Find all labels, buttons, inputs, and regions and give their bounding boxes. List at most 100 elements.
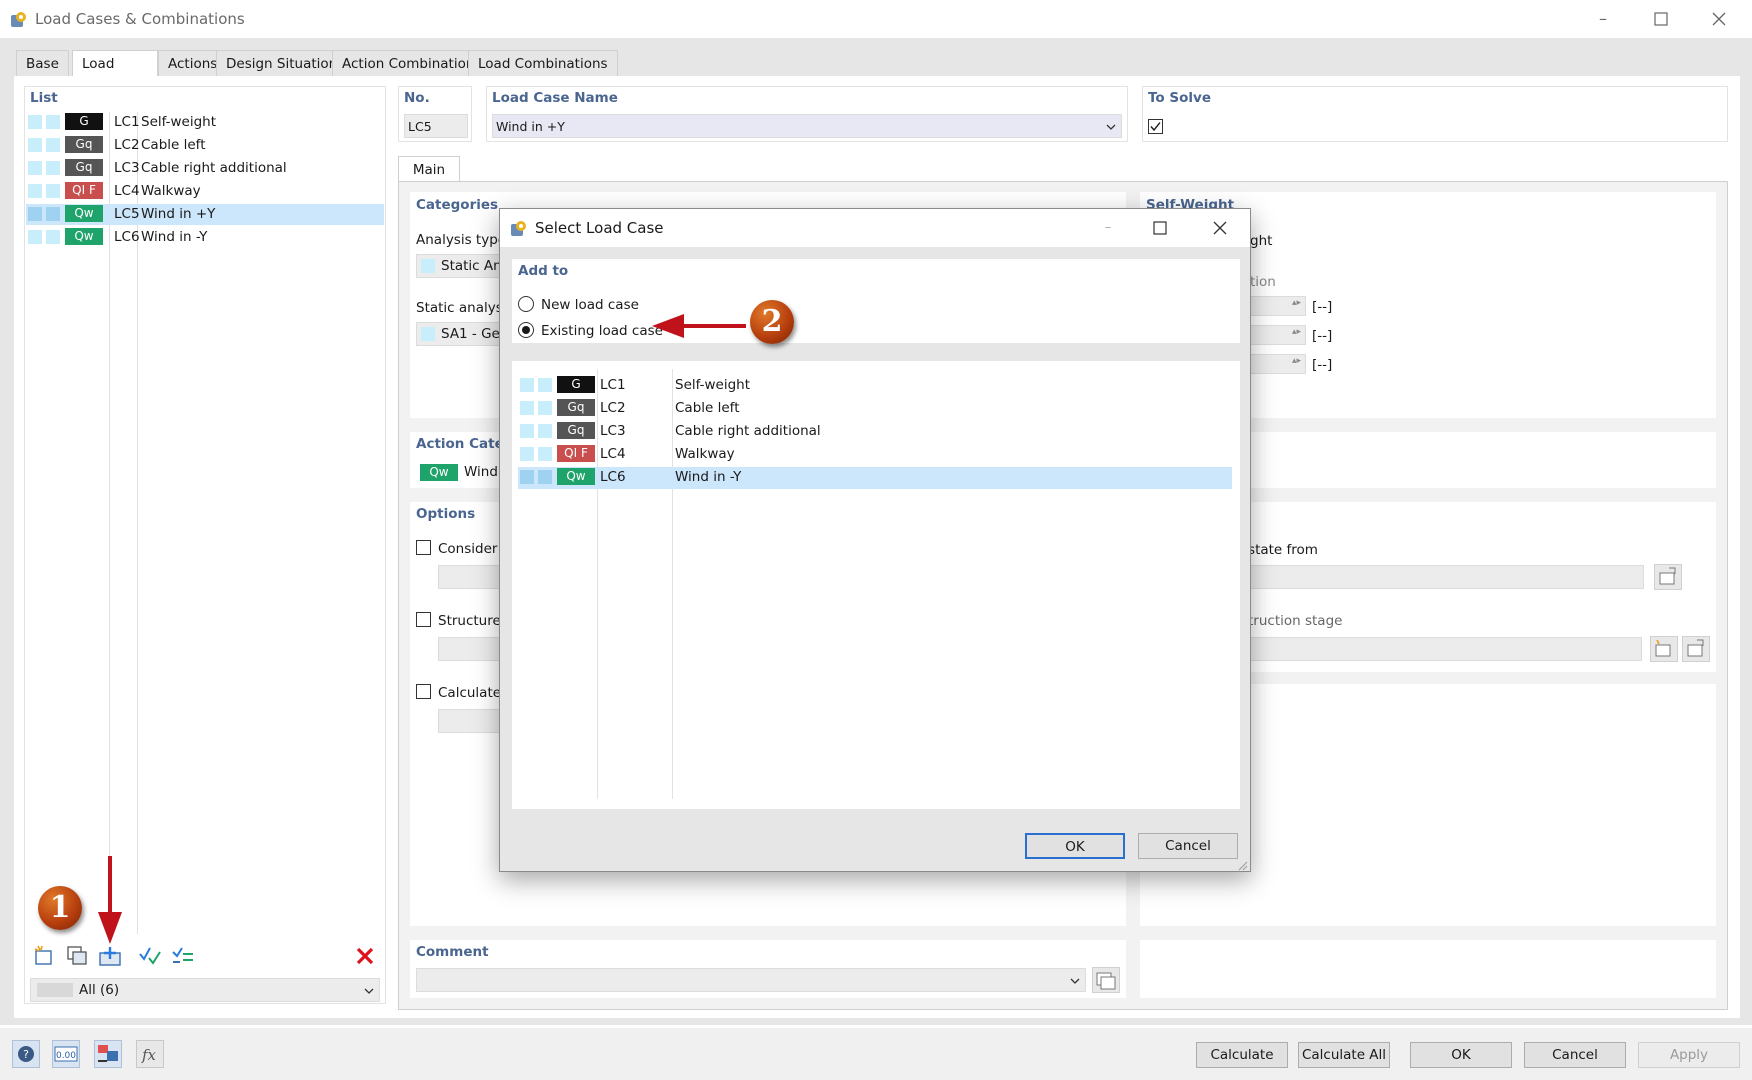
svg-text:?: ? xyxy=(23,1048,29,1061)
maximize-icon xyxy=(1153,221,1167,235)
close-window-button[interactable] xyxy=(1696,6,1742,32)
option-field[interactable] xyxy=(438,637,508,661)
chevron-down-icon xyxy=(1070,978,1080,984)
new-load-case-label: New load case xyxy=(541,297,639,313)
analysis-type-label: Analysis type xyxy=(416,232,507,248)
no-label: No. xyxy=(404,90,430,106)
analysis-type-swatch xyxy=(421,259,435,273)
minimize-button[interactable]: – xyxy=(1580,6,1626,32)
step-marker-2: 2 xyxy=(750,300,794,344)
library-icon xyxy=(1096,972,1116,990)
to-solve-section xyxy=(1142,86,1728,142)
static-analysis-select[interactable]: SA1 - Geo xyxy=(416,322,508,346)
to-solve-checkbox[interactable] xyxy=(1148,119,1163,134)
display-button[interactable] xyxy=(94,1040,122,1068)
dialog-maximize-button[interactable] xyxy=(1140,215,1180,241)
ok-button[interactable]: OK xyxy=(1410,1042,1512,1068)
status-swatch xyxy=(538,470,552,484)
load-case-code: LC3 xyxy=(114,160,140,176)
status-swatch xyxy=(538,378,552,392)
list-item[interactable]: QI F LC4 Walkway xyxy=(26,181,384,202)
filter-swatch xyxy=(37,983,73,997)
no-field[interactable]: LC5 xyxy=(404,114,468,138)
chevron-down-icon xyxy=(1106,124,1116,130)
check-all-icon[interactable] xyxy=(138,944,162,968)
new-load-case-icon[interactable] xyxy=(32,944,56,968)
step-marker-1: 1 xyxy=(38,886,82,930)
dialog-list-item[interactable]: QI F LC4 Walkway xyxy=(518,444,1232,466)
status-swatch xyxy=(46,115,60,129)
dialog-close-button[interactable] xyxy=(1200,215,1240,241)
copy-load-case-icon[interactable] xyxy=(65,944,89,968)
help-button[interactable]: ? xyxy=(12,1040,40,1068)
tab-main[interactable]: Main xyxy=(398,156,460,182)
formula-button[interactable]: fx xyxy=(136,1040,164,1068)
load-case-code: LC4 xyxy=(600,446,626,462)
analysis-type-select[interactable]: Static Anal xyxy=(416,254,514,278)
options-title: Options xyxy=(416,506,476,522)
new-construction-stage-button[interactable] xyxy=(1650,636,1678,662)
status-swatch xyxy=(28,207,42,221)
no-value: LC5 xyxy=(408,119,432,134)
load-case-name-select[interactable]: Wind in +Y xyxy=(492,114,1122,138)
comment-field[interactable] xyxy=(416,968,1086,992)
list-item[interactable]: Qw LC6 Wind in -Y xyxy=(26,227,384,248)
list-filter-value: All (6) xyxy=(79,982,120,998)
app-icon xyxy=(11,12,26,27)
construction-stage-field[interactable] xyxy=(1250,637,1642,661)
select-initial-state-button[interactable] xyxy=(1654,564,1682,590)
tab-base[interactable]: Base xyxy=(16,50,69,76)
option-checkbox[interactable] xyxy=(416,612,431,627)
calculate-button[interactable]: Calculate xyxy=(1196,1042,1288,1068)
load-case-name-label: Load Case Name xyxy=(492,90,618,106)
dialog-list-item[interactable]: Gq LC3 Cable right additional xyxy=(518,421,1232,443)
units-button[interactable]: 0.00 xyxy=(52,1040,80,1068)
load-case-code: LC4 xyxy=(114,183,140,199)
tab-load-cases[interactable]: Load Cases xyxy=(72,50,158,98)
status-swatch xyxy=(28,230,42,244)
unit-label: [--] xyxy=(1312,328,1333,344)
list-item[interactable]: Gq LC3 Cable right additional xyxy=(26,158,384,179)
resize-grip-icon[interactable] xyxy=(1236,859,1248,871)
tab-load-combinations[interactable]: Load Combinations xyxy=(468,50,618,76)
load-case-name: Wind in -Y xyxy=(141,229,208,245)
cancel-button[interactable]: Cancel xyxy=(1524,1042,1626,1068)
dialog-list-item[interactable]: Qw LC6 Wind in -Y xyxy=(518,467,1232,489)
dialog-ok-button[interactable]: OK xyxy=(1025,833,1125,859)
list-item[interactable]: Qw LC5 Wind in +Y xyxy=(26,204,384,225)
option-field[interactable] xyxy=(438,709,508,733)
list-filter-select[interactable]: All (6) xyxy=(30,978,380,1002)
action-badge: Qw xyxy=(65,228,103,245)
new-load-case-radio[interactable] xyxy=(518,296,534,312)
action-badge: Gq xyxy=(65,136,103,153)
calculate-all-button[interactable]: Calculate All xyxy=(1298,1042,1390,1068)
dialog-list-item[interactable]: G LC1 Self-weight xyxy=(518,375,1232,397)
svg-text:fx: fx xyxy=(141,1046,157,1064)
dialog-list-item[interactable]: Gq LC2 Cable left xyxy=(518,398,1232,420)
edit-construction-stage-button[interactable] xyxy=(1682,636,1710,662)
existing-load-case-radio[interactable] xyxy=(518,322,534,338)
list-item[interactable]: G LC1 Self-weight xyxy=(26,112,384,133)
dialog-minimize-button[interactable]: – xyxy=(1088,215,1128,241)
option-checkbox[interactable] xyxy=(416,540,431,555)
action-badge: Gq xyxy=(65,159,103,176)
renumber-icon[interactable] xyxy=(171,944,195,968)
list-item[interactable]: Gq LC2 Cable left xyxy=(26,135,384,156)
status-swatch xyxy=(28,115,42,129)
action-badge: G xyxy=(557,376,595,393)
delete-icon[interactable] xyxy=(353,944,377,968)
units-icon: 0.00 xyxy=(54,1046,78,1062)
option-checkbox[interactable] xyxy=(416,684,431,699)
factor-field[interactable]: ▴▸ xyxy=(1250,354,1306,374)
load-case-code: LC1 xyxy=(600,377,626,393)
apply-button[interactable]: Apply xyxy=(1638,1042,1740,1068)
dialog-cancel-button[interactable]: Cancel xyxy=(1138,833,1238,859)
factor-field[interactable]: ▴▸ xyxy=(1250,296,1306,316)
load-case-name: Wind in -Y xyxy=(675,469,742,485)
initial-state-field[interactable] xyxy=(1250,565,1644,589)
maximize-button[interactable] xyxy=(1638,6,1684,32)
option-field[interactable] xyxy=(438,565,508,589)
add-to-load-case-icon[interactable] xyxy=(98,944,122,968)
comment-library-button[interactable] xyxy=(1092,967,1120,993)
factor-field[interactable]: ▴▸ xyxy=(1250,325,1306,345)
